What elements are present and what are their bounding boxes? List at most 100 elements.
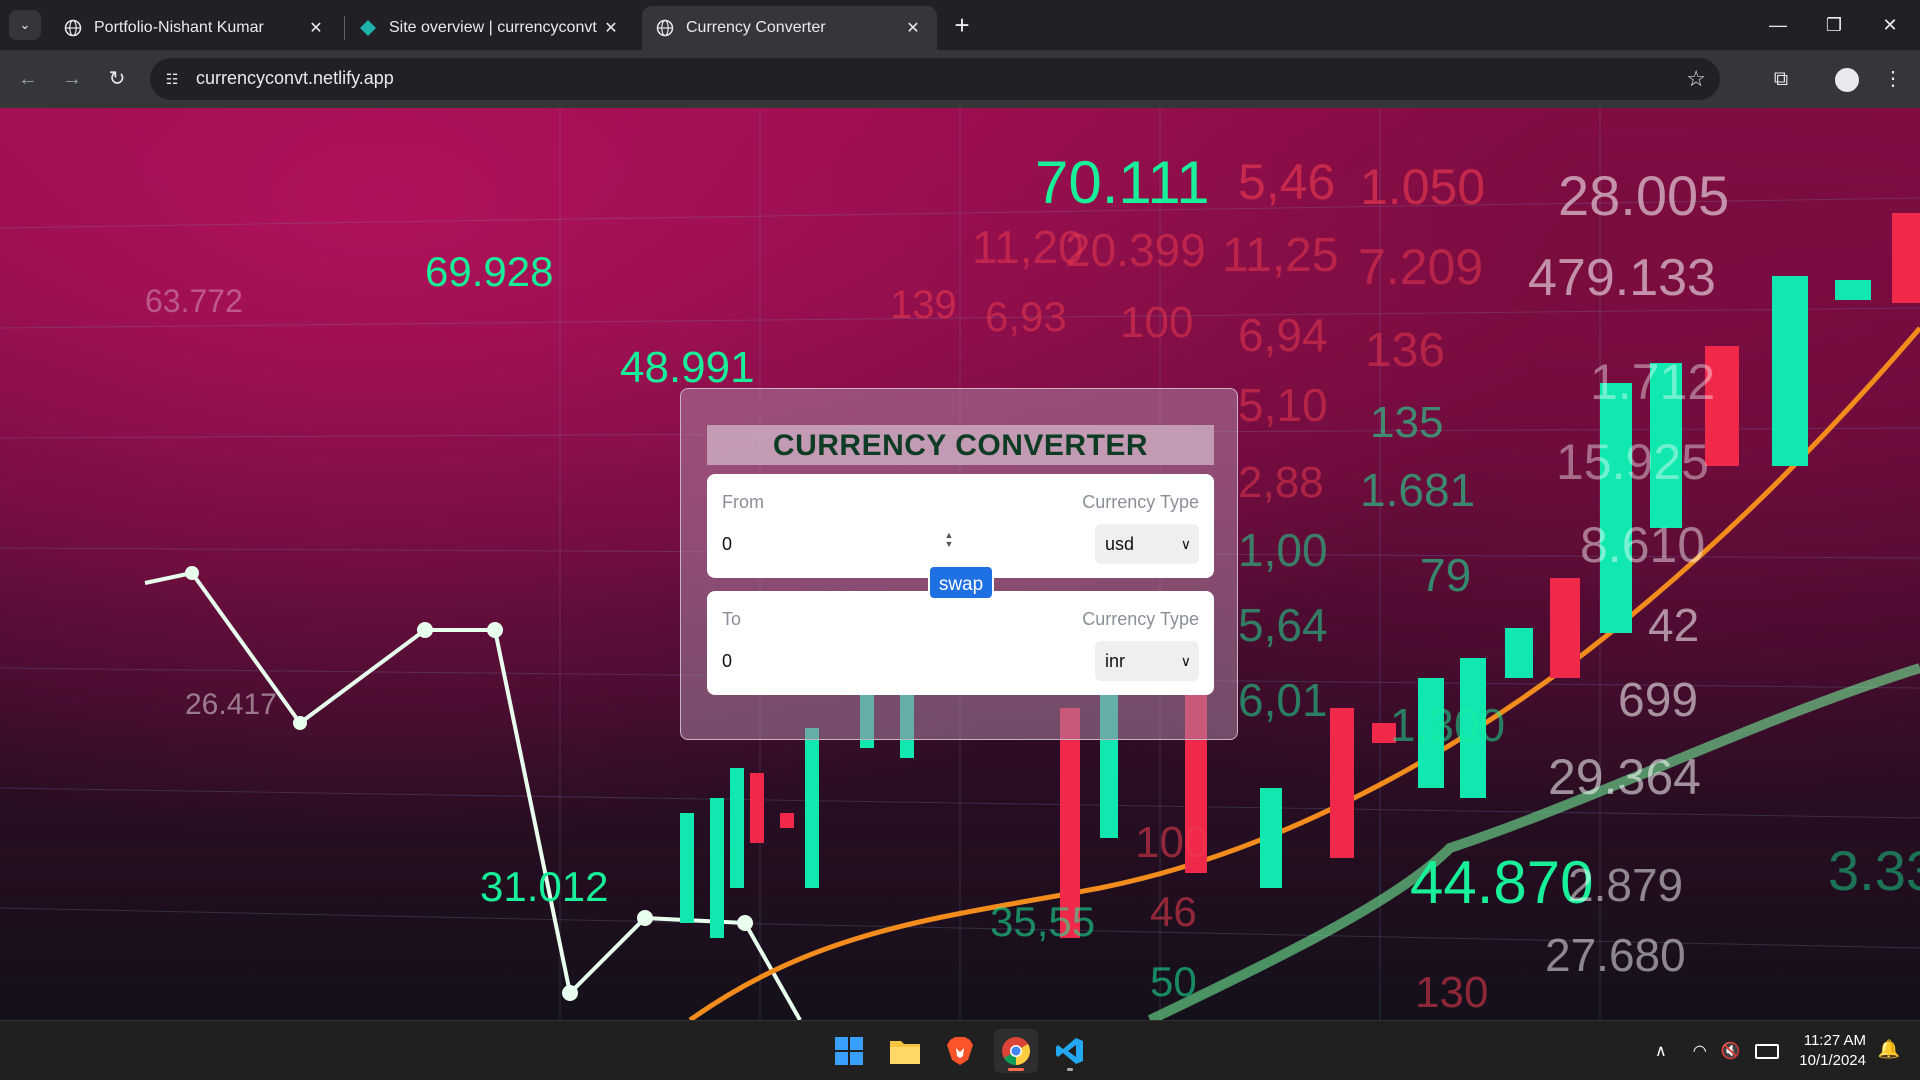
number-spinner-icon[interactable]: ▲ ▼ — [943, 531, 955, 551]
swap-button[interactable]: swap — [928, 565, 994, 600]
browser-toolbar: ← → ↻ ☷ currencyconvt.netlify.app ☆ ⧉ ⋮ — [0, 50, 1920, 108]
from-label: From — [722, 492, 764, 512]
tab-portfolio[interactable]: Portfolio-Nishant Kumar ✕ — [50, 6, 340, 50]
url-text: currencyconvt.netlify.app — [196, 68, 394, 88]
background-number: 135 — [1370, 398, 1444, 447]
arrow-right-icon: → — [62, 68, 82, 90]
notification-bell-icon[interactable]: 🔔 — [1878, 1039, 1900, 1060]
to-currency-select[interactable]: inr ∨ — [1095, 641, 1199, 681]
background-number: 8.610 — [1580, 517, 1706, 573]
avatar — [1835, 67, 1859, 92]
bookmark-star-icon[interactable]: ☆ — [1686, 66, 1706, 92]
page-viewport: 70.111 5,46 1.050 28.005 69.928 63.772 1… — [0, 108, 1920, 1020]
page-title: CURRENCY CONVERTER — [707, 425, 1214, 465]
system-tray: ∧ ◠ 🔇 — [1655, 1021, 1779, 1080]
globe-icon — [656, 19, 674, 37]
restore-icon: ❐ — [1825, 15, 1843, 35]
background-number: 35,55 — [990, 898, 1096, 945]
vscode-icon — [1056, 1038, 1083, 1064]
close-icon[interactable]: ✕ — [601, 18, 621, 38]
converter-card: CURRENCY CONVERTER From Currency Type 0 … — [680, 388, 1238, 740]
site-info-icon[interactable]: ☷ — [162, 69, 182, 89]
speaker-muted-icon[interactable]: 🔇 — [1721, 1041, 1741, 1061]
restore-button[interactable]: ❐ — [1814, 10, 1854, 40]
close-window-button[interactable]: ✕ — [1870, 10, 1910, 40]
close-icon[interactable]: ✕ — [306, 18, 326, 38]
from-amount-input[interactable]: 0 — [722, 534, 732, 555]
from-panel: From Currency Type 0 ▲ ▼ usd ∨ — [707, 474, 1214, 578]
reload-icon: ↻ — [108, 68, 126, 90]
folder-icon — [890, 1041, 920, 1064]
brave-browser-button[interactable] — [938, 1029, 982, 1073]
vscode-button[interactable] — [1048, 1029, 1092, 1073]
puzzle-icon: ⧉ — [1773, 68, 1789, 90]
background-number: 130 — [1415, 968, 1489, 1017]
forward-button[interactable]: → — [56, 63, 88, 95]
chevron-down-icon: ∨ — [1180, 653, 1191, 669]
address-bar[interactable]: ☷ currencyconvt.netlify.app ☆ — [150, 58, 1720, 100]
background-number: 63.772 — [145, 283, 243, 319]
to-currency-type-label: Currency Type — [1082, 609, 1199, 629]
more-vert-icon: ⋮ — [1883, 68, 1903, 90]
reload-button[interactable]: ↻ — [101, 63, 133, 95]
running-indicator — [1067, 1068, 1073, 1071]
from-currency-type-label: Currency Type — [1082, 492, 1199, 512]
background-number: 26.417 — [185, 688, 277, 721]
active-indicator — [1008, 1068, 1024, 1071]
brave-icon — [947, 1037, 973, 1065]
back-button[interactable]: ← — [12, 63, 44, 95]
plus-icon: + — [954, 10, 970, 40]
background-number: 69.928 — [425, 248, 554, 295]
background-number: 7.209 — [1358, 239, 1484, 295]
wifi-icon[interactable]: ◠ — [1693, 1041, 1707, 1061]
chrome-button[interactable] — [994, 1029, 1038, 1073]
chevron-up-icon[interactable]: ∧ — [1655, 1041, 1667, 1061]
tab-currency-converter[interactable]: Currency Converter ✕ — [642, 6, 937, 50]
new-tab-button[interactable]: + — [948, 12, 976, 40]
to-currency-value: inr — [1105, 651, 1126, 671]
windows-icon — [835, 1037, 863, 1065]
tab-netlify[interactable]: Site overview | currencyconvt | Netlify … — [345, 6, 635, 50]
background-number: 1.300 — [1390, 699, 1506, 751]
background-number: 3.33 — [1828, 839, 1920, 902]
clock[interactable]: 11:27 AM 10/1/2024 — [1799, 1031, 1866, 1071]
from-currency-value: usd — [1105, 534, 1135, 554]
minimize-icon: — — [1769, 15, 1787, 35]
tab-strip: ⌄ Portfolio-Nishant Kumar ✕ Site overvie… — [0, 0, 1920, 50]
tab-title: Portfolio-Nishant Kumar — [94, 19, 264, 36]
file-explorer-button[interactable] — [883, 1029, 927, 1073]
background-number: 6,94 — [1238, 309, 1328, 361]
to-amount-input[interactable]: 0 — [722, 651, 732, 672]
background-number: 28.005 — [1558, 164, 1730, 227]
from-currency-select[interactable]: usd ∨ — [1095, 524, 1199, 564]
extensions-button[interactable]: ⧉ — [1764, 62, 1798, 96]
tab-search-button[interactable]: ⌄ — [9, 10, 41, 40]
close-icon[interactable]: ✕ — [903, 18, 923, 38]
background-number: 44.870 — [1410, 849, 1594, 916]
close-icon: ✕ — [1882, 15, 1898, 35]
to-label: To — [722, 609, 742, 629]
taskbar: ∧ ◠ 🔇 11:27 AM 10/1/2024 🔔 — [0, 1020, 1920, 1080]
battery-icon[interactable] — [1754, 1043, 1779, 1059]
arrow-left-icon: ← — [18, 68, 38, 90]
background-number: 2.879 — [1568, 859, 1684, 911]
background-number: 1.050 — [1360, 159, 1486, 215]
background-number: 48.991 — [620, 343, 755, 392]
background-number: 15.925 — [1556, 434, 1709, 490]
minimize-button[interactable]: — — [1758, 10, 1798, 40]
background-number: 11,25 — [1222, 229, 1339, 282]
tab-title: Site overview | currencyconvt | Netlify — [389, 19, 601, 36]
background-number: 31.012 — [480, 863, 609, 910]
background-number: 50 — [1150, 958, 1197, 1005]
chevron-down-icon: ⌄ — [19, 17, 31, 32]
background-number: 1,00 — [1238, 524, 1328, 576]
background-number: 46 — [1150, 888, 1197, 935]
profile-button[interactable] — [1830, 62, 1864, 96]
background-number: 2,88 — [1238, 458, 1324, 507]
background-number: 29.364 — [1548, 749, 1701, 805]
chrome-icon — [1002, 1037, 1030, 1065]
time-text: 11:27 AM — [1803, 1032, 1866, 1049]
background-number: 136 — [1365, 324, 1446, 377]
start-button[interactable] — [827, 1029, 871, 1073]
menu-button[interactable]: ⋮ — [1876, 62, 1910, 96]
